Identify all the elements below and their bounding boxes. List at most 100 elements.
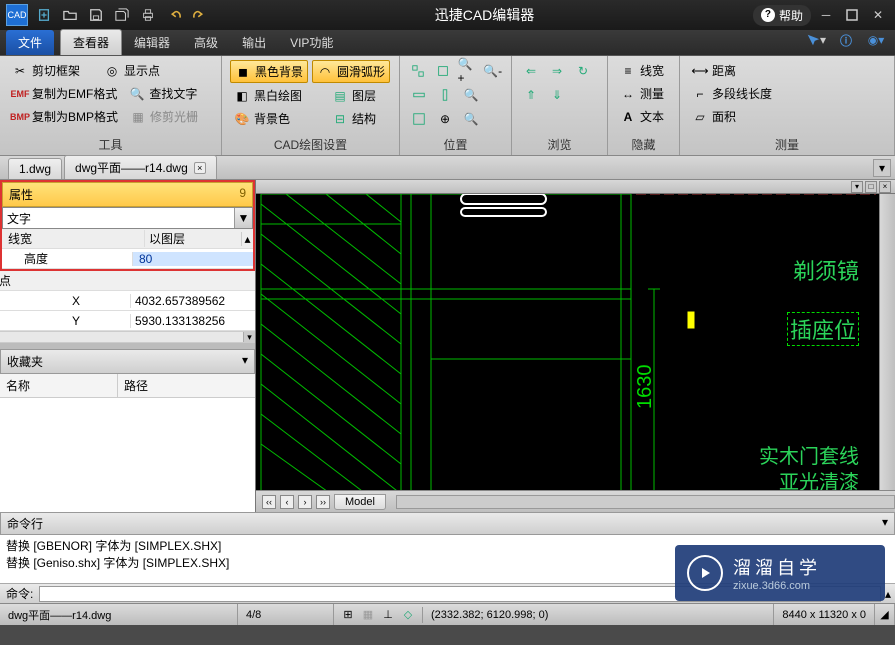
minimize-button[interactable]: ─: [815, 5, 837, 25]
save-button[interactable]: [86, 5, 106, 25]
bg-color-button[interactable]: 🎨背景色: [230, 108, 294, 129]
pos-btn-7[interactable]: 🔍: [460, 84, 482, 106]
pos-btn-3[interactable]: 🔍+: [458, 60, 479, 82]
grid-icon: ▦: [130, 109, 146, 125]
favorites-header[interactable]: 收藏夹▾: [0, 349, 255, 374]
nav-left[interactable]: ⇐: [520, 60, 542, 82]
maximize-button[interactable]: [841, 5, 863, 25]
canvas-mini-2[interactable]: □: [865, 181, 877, 193]
lineweight-button[interactable]: ≡线宽: [616, 60, 671, 81]
prop-section-point[interactable]: -点: [0, 271, 255, 291]
model-nav-last[interactable]: ››: [316, 495, 330, 509]
fav-col-path[interactable]: 路径: [118, 374, 154, 397]
dim-text: 1630: [634, 365, 656, 410]
prop-row-height[interactable]: 高度: [2, 249, 253, 269]
about-button[interactable]: ⓘ: [835, 29, 857, 51]
cmd-dropdown-icon[interactable]: ▾: [882, 515, 888, 532]
pos-btn-5[interactable]: [408, 84, 430, 106]
bw-draw-button[interactable]: ◧黑白绘图: [230, 85, 306, 106]
help-button[interactable]: ? 帮助: [753, 5, 811, 26]
ribbon-group-pos: 🔍+ 🔍- 🔍 ⊕ 🔍 位置: [400, 56, 512, 155]
canvas-label-lacquer: 亚光清漆: [779, 466, 859, 490]
nav-down[interactable]: ⇓: [546, 84, 568, 106]
prop-row-x[interactable]: X4032.657389562: [0, 291, 255, 311]
model-nav-prev[interactable]: ‹: [280, 495, 294, 509]
canvas-mini-close[interactable]: ×: [879, 181, 891, 193]
fav-dropdown-icon[interactable]: ▾: [242, 353, 248, 370]
favorites-list[interactable]: [0, 398, 255, 512]
struct-button[interactable]: ⊟结构: [328, 108, 380, 129]
trim-raster-button[interactable]: ▦修剪光栅: [126, 106, 202, 127]
model-nav-next[interactable]: ›: [298, 495, 312, 509]
help-icon: ?: [761, 8, 775, 22]
emf-icon: EMF: [12, 86, 28, 102]
nav-refresh[interactable]: ↻: [572, 60, 594, 82]
area-button[interactable]: ▱面积: [688, 106, 886, 127]
pos-btn-9[interactable]: ⊕: [434, 108, 456, 130]
show-point-button[interactable]: ◎显示点: [100, 60, 164, 81]
fav-col-name[interactable]: 名称: [0, 374, 118, 397]
print-button[interactable]: [138, 5, 158, 25]
tree-icon: ⊟: [332, 111, 348, 127]
ortho-icon[interactable]: ⊥: [380, 607, 396, 623]
saveall-button[interactable]: [112, 5, 132, 25]
grid-icon[interactable]: ▦: [360, 607, 376, 623]
polylen-button[interactable]: ⌐多段线长度: [688, 83, 886, 104]
height-input[interactable]: [137, 252, 253, 266]
menu-tab-editor[interactable]: 编辑器: [122, 30, 182, 55]
menu-tab-vip[interactable]: VIP功能: [278, 30, 345, 55]
redo-button[interactable]: [190, 5, 210, 25]
distance-button[interactable]: ⟷距离: [688, 60, 886, 81]
combo-dropdown[interactable]: ▼: [234, 208, 252, 228]
menu-help-button[interactable]: ◉▾: [865, 29, 887, 51]
pos-btn-4[interactable]: 🔍-: [482, 60, 503, 82]
nav-up[interactable]: ⇑: [520, 84, 542, 106]
doctabs-dropdown[interactable]: ▾: [873, 159, 891, 177]
pos-btn-10[interactable]: 🔍: [460, 108, 482, 130]
pos-btn-6[interactable]: [434, 84, 456, 106]
model-tab[interactable]: Model: [334, 494, 386, 510]
prop-row-y[interactable]: Y5930.133138256: [0, 311, 255, 331]
pos-btn-1[interactable]: [408, 60, 429, 82]
close-tab-icon[interactable]: ×: [194, 162, 206, 174]
menu-tab-advanced[interactable]: 高级: [182, 30, 230, 55]
new-button[interactable]: [34, 5, 54, 25]
osnap-icon[interactable]: ◇: [400, 607, 416, 623]
style-dropdown[interactable]: ▾: [805, 29, 827, 51]
pos-btn-2[interactable]: [433, 60, 454, 82]
menu-file[interactable]: 文件: [6, 30, 54, 55]
layer-button[interactable]: ▤图层: [328, 85, 380, 106]
watermark-url: zixue.3d66.com: [733, 580, 821, 592]
horizontal-scrollbar[interactable]: [396, 495, 895, 509]
find-text-button[interactable]: 🔍查找文字: [125, 83, 201, 104]
doc-tab-2[interactable]: dwg平面——r14.dwg×: [64, 155, 217, 179]
copy-bmp-button[interactable]: BMP复制为BMP格式: [8, 106, 122, 127]
clip-frame-button[interactable]: ✂剪切框架: [8, 60, 84, 81]
doc-tab-1[interactable]: 1.dwg: [8, 158, 62, 179]
nav-right[interactable]: ⇒: [546, 60, 568, 82]
object-type-combo[interactable]: ▼: [2, 207, 253, 229]
menu-tab-output[interactable]: 输出: [230, 30, 278, 55]
text-toggle-button[interactable]: A文本: [616, 106, 671, 127]
status-corner[interactable]: ◢: [875, 604, 895, 625]
black-bg-button[interactable]: ◼黑色背景: [230, 60, 308, 83]
close-button[interactable]: ✕: [867, 5, 889, 25]
snap-icon[interactable]: ⊞: [340, 607, 356, 623]
smooth-arc-button[interactable]: ◠圆滑弧形: [312, 60, 390, 83]
canvas-mini-1[interactable]: ▾: [851, 181, 863, 193]
menu-tab-viewer[interactable]: 查看器: [60, 29, 122, 55]
copy-emf-button[interactable]: EMF复制为EMF格式: [8, 83, 121, 104]
drawing-canvas[interactable]: 1630 剃须镜 插座位 实木门套线 亚光清漆: [256, 194, 879, 490]
combo-input[interactable]: [3, 208, 234, 228]
command-header[interactable]: 命令行▾: [0, 512, 895, 535]
properties-header[interactable]: 属性 9: [2, 182, 253, 207]
pos-btn-8[interactable]: [408, 108, 430, 130]
help-label: 帮助: [779, 7, 803, 24]
lw-icon: ≡: [620, 63, 636, 79]
undo-button[interactable]: [164, 5, 184, 25]
prop-row-lw[interactable]: 线宽以图层 ▴: [2, 229, 253, 249]
vertical-scrollbar[interactable]: [879, 194, 895, 490]
model-nav-first[interactable]: ‹‹: [262, 495, 276, 509]
measure-toggle-button[interactable]: ↔测量: [616, 83, 671, 104]
open-button[interactable]: [60, 5, 80, 25]
